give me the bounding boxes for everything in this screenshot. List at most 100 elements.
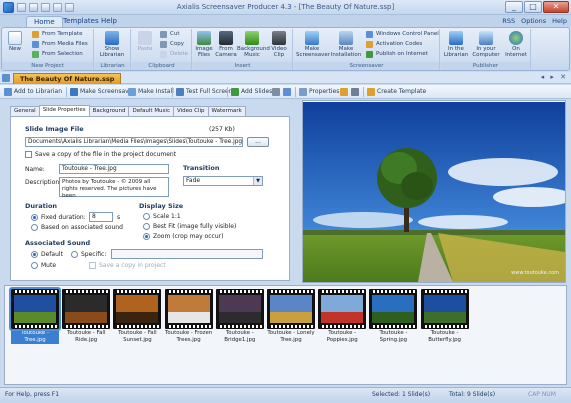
save-sound-copy-checkbox[interactable]	[89, 262, 96, 269]
slide-thumbnail[interactable]: Toutouke - Fall Sunset.jpg	[113, 289, 162, 344]
slide-properties-body: Slide Image File (257 Kb) Documents\Axia…	[10, 116, 290, 281]
add-to-librarian-button[interactable]: Add to Librarian	[4, 87, 62, 97]
help-button[interactable]: Help	[552, 16, 567, 27]
browse-button[interactable]: ...	[247, 137, 269, 147]
slide-thumbnail[interactable]: Toutouke - Lonely Tree.jpg	[267, 289, 315, 344]
save-copy-label: Save a copy of the file in the project d…	[35, 151, 177, 158]
window-title: Axialis Screensaver Producer 4.3 - [The …	[176, 3, 395, 11]
move-left-icon[interactable]	[283, 88, 291, 96]
cut-button[interactable]: Cut	[160, 30, 179, 39]
new-document-icon	[8, 31, 22, 45]
best-fit-radio[interactable]	[143, 223, 150, 230]
from-template-button[interactable]: From Template	[32, 30, 82, 39]
slide-thumbnail-image	[116, 295, 159, 323]
tab-default-music[interactable]: Default Music	[128, 106, 174, 116]
options-button[interactable]: Options	[521, 16, 546, 27]
based-on-sound-radio[interactable]	[31, 224, 38, 231]
mute-label: Mute	[41, 262, 57, 269]
tab-video-clip[interactable]: Video Clip	[172, 106, 209, 116]
slide-properties-panel: General Slide Properties Background Defa…	[4, 100, 296, 283]
mute-radio[interactable]	[31, 262, 38, 269]
paste-button[interactable]: Paste	[134, 31, 156, 52]
slide-thumbnail-image	[321, 295, 364, 323]
slide-thumbnail[interactable]: Toutouke - Spring.jpg	[369, 289, 418, 344]
file-path-field[interactable]: Documents\Axialis Librarian\Media Files\…	[25, 137, 243, 147]
image-files-button[interactable]: Image Files	[193, 31, 215, 58]
slide-thumbnail[interactable]: Toutouke - Frozen Trees.jpg	[164, 289, 213, 344]
make-screensaver-button[interactable]: Make Screensaver	[296, 31, 330, 58]
slide-thumbnail-label: Toutouke - Frozen Trees.jpg	[164, 330, 213, 343]
windows-control-panel-button[interactable]: Windows Control Panel	[366, 30, 439, 39]
image-icon	[197, 31, 211, 45]
tab-watermark[interactable]: Watermark	[207, 106, 246, 116]
publish-internet-button[interactable]: Publish on Internet	[366, 50, 428, 59]
slide-thumbnail-label: Toutouke - Butterfly.jpg	[428, 330, 461, 343]
duration-stepper[interactable]: 8	[89, 212, 113, 222]
make-screensaver-toolbar-button[interactable]: Make Screensaver	[70, 87, 135, 97]
scale-radio[interactable]	[143, 213, 150, 220]
tab-slide-properties[interactable]: Slide Properties	[38, 105, 90, 116]
make-installation-button[interactable]: Make Installation	[330, 31, 362, 58]
new-button[interactable]: New	[4, 31, 26, 52]
from-media-files-button[interactable]: From Media Files	[32, 40, 88, 49]
project-toolbar: Add to Librarian Make Screensaver Make I…	[0, 85, 571, 99]
create-template-button[interactable]: Create Template	[367, 87, 426, 97]
in-librarian-button[interactable]: In the Librarian	[441, 31, 471, 58]
preview-image: www.toutouke.com	[303, 102, 565, 282]
tab-help[interactable]: Help	[94, 16, 124, 27]
maximize-button[interactable]: □	[524, 1, 542, 13]
save-copy-checkbox[interactable]	[25, 151, 32, 158]
show-librarian-button[interactable]: Show Librarian	[98, 31, 126, 58]
sound-icon[interactable]	[340, 88, 348, 96]
librarian-icon	[105, 31, 119, 45]
slide-thumbnail-label: Toutouke - Spring.jpg	[379, 330, 408, 343]
slide-thumbnail[interactable]: Toutouke - Poppies.jpg	[318, 289, 367, 344]
default-sound-label: Default	[41, 251, 63, 258]
layout-icon[interactable]	[351, 88, 359, 96]
slide-thumbnail-label: Toutouke - Poppies.jpg	[326, 330, 358, 343]
display-size-heading: Display Size	[139, 202, 184, 210]
make-install-button[interactable]: Make Install	[128, 87, 174, 97]
description-field[interactable]: Photos by Toutouke - © 2009 all rights r…	[59, 177, 169, 199]
zoom-radio[interactable]	[143, 233, 150, 240]
default-sound-radio[interactable]	[31, 251, 38, 258]
minimize-button[interactable]: _	[505, 1, 523, 13]
in-computer-button[interactable]: In your Computer	[471, 31, 501, 58]
properties-button[interactable]: Properties	[299, 87, 339, 97]
close-button[interactable]: ✕	[543, 1, 569, 13]
slide-thumbnail[interactable]: Toutouke - Fall Ride.jpg	[62, 289, 111, 344]
tab-general[interactable]: General	[10, 106, 40, 116]
activation-codes-button[interactable]: Activation Codes	[366, 40, 422, 49]
document-icon	[2, 74, 10, 82]
from-camera-button[interactable]: From Camera	[215, 31, 237, 58]
video-clip-button[interactable]: Video Clip	[267, 31, 291, 58]
name-field[interactable]: Toutouke - Tree.jpg	[59, 164, 169, 174]
specific-sound-field[interactable]	[111, 249, 263, 259]
document-tab[interactable]: The Beauty Of Nature.ssp	[13, 73, 122, 84]
group-label: New Project	[2, 62, 93, 70]
background-music-button[interactable]: Background Music	[237, 31, 270, 58]
test-full-screen-button[interactable]: Test Full Screen	[176, 87, 233, 97]
ribbon-tab-strip: Home Templates Help RSS Options Help	[0, 15, 571, 27]
on-internet-button[interactable]: On Internet	[501, 31, 531, 58]
description-label: Description:	[25, 179, 62, 186]
document-window-controls[interactable]: ◂ ▸ ✕	[541, 73, 568, 81]
film-frame	[164, 289, 213, 329]
seconds-unit: s	[117, 214, 121, 221]
specific-sound-radio[interactable]	[71, 251, 78, 258]
group-label: Screensaver	[294, 62, 439, 70]
delete-button[interactable]: Delete	[160, 50, 188, 59]
slide-thumbnail[interactable]: Toutouke - Bridge1.jpg	[215, 289, 264, 344]
fixed-duration-radio[interactable]	[31, 214, 38, 221]
slide-thumbnail[interactable]: Toutouke - Butterfly.jpg	[420, 289, 469, 344]
from-selection-button[interactable]: From Selection	[32, 50, 83, 59]
remove-slide-icon[interactable]	[272, 88, 280, 96]
status-indicators: CAP NUM	[528, 391, 556, 398]
add-slides-button[interactable]: Add Slides	[231, 87, 272, 97]
rss-button[interactable]: RSS	[502, 16, 515, 27]
slide-thumbnail[interactable]: Toutouke - Tree.jpg	[9, 287, 61, 344]
copy-button[interactable]: Copy	[160, 40, 184, 49]
tab-background[interactable]: Background	[88, 106, 130, 116]
transition-select[interactable]: Fade ▼	[183, 176, 263, 186]
slide-thumbnail-image	[14, 295, 56, 323]
